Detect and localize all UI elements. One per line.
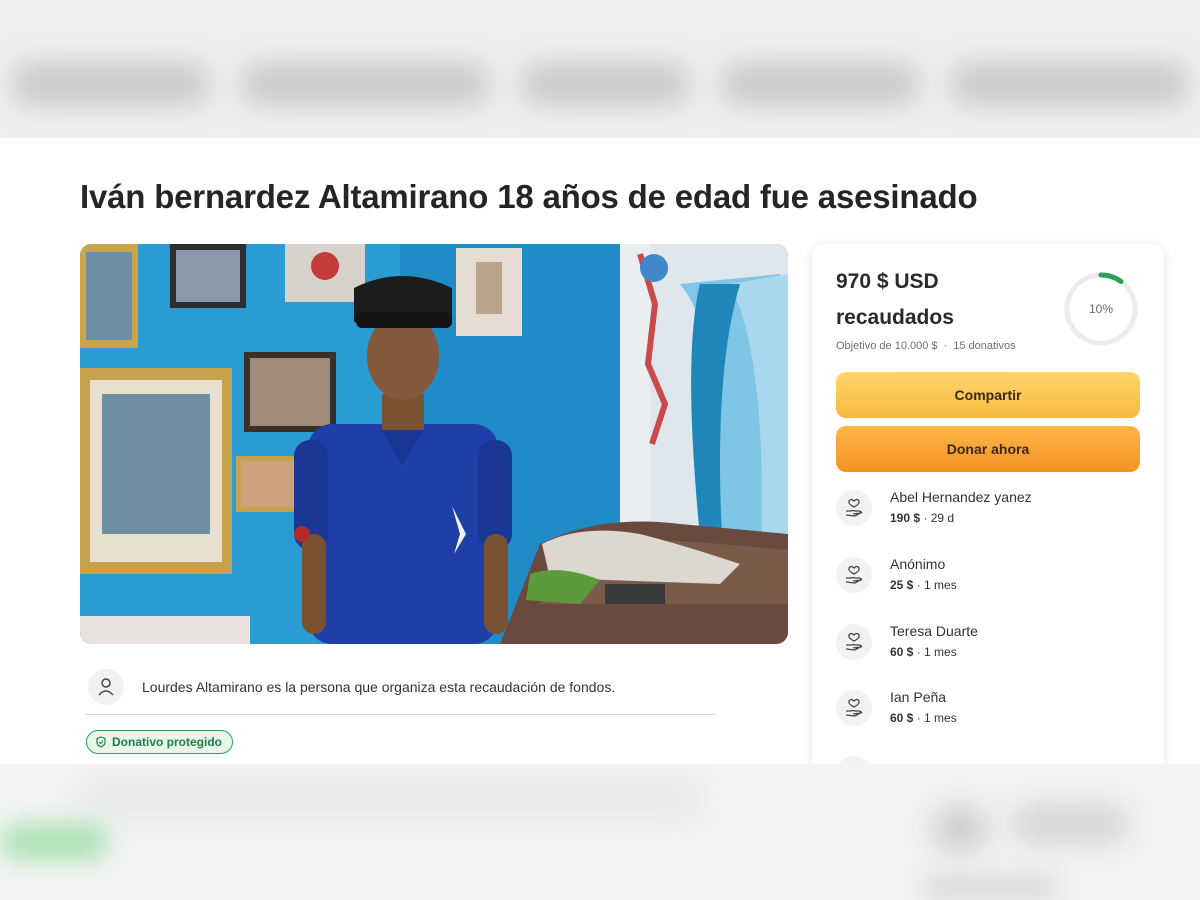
donation-hand-icon [836, 490, 872, 526]
blurred-text [80, 784, 700, 814]
blurred-button [0, 822, 110, 862]
blurred-text [10, 62, 210, 106]
donor-amount: 60 $ [890, 711, 914, 725]
blurred-text [1010, 804, 1130, 844]
blurred-text [240, 62, 490, 106]
meta-separator: · [943, 340, 948, 352]
organizer-text: Lourdes Altamirano es la persona que org… [142, 679, 616, 695]
donor-item: Abel Hernandez yanez 190 $ · 29 d [836, 488, 1136, 538]
goal-meta: Objetivo de 10.000 $ · 15 donativos [836, 340, 1016, 352]
donor-name: Abel Hernandez yanez [890, 489, 1032, 505]
blurred-avatar [930, 804, 990, 854]
campaign-photo[interactable] [80, 244, 788, 644]
donation-hand-glyph [845, 498, 863, 517]
divider [86, 714, 716, 715]
donor-item: Ian Peña 60 $ · 1 mes [836, 688, 1136, 738]
raised-amount: 970 $ USD [836, 270, 939, 293]
donor-amount: 25 $ [890, 578, 914, 592]
donor-info: 190 $ · 29 d [890, 510, 1032, 526]
donation-hand-glyph [845, 565, 863, 584]
blurred-text [950, 62, 1190, 106]
share-button[interactable]: Compartir [836, 372, 1140, 418]
donor-item: Teresa Duarte 60 $ · 1 mes [836, 622, 1136, 672]
donation-hand-icon [836, 690, 872, 726]
progress-label: 10% [1089, 302, 1113, 316]
donations-count: 15 donativos [953, 340, 1016, 352]
organizer-row: Lourdes Altamirano es la persona que org… [88, 660, 718, 714]
donor-item: Anónimo 25 $ · 1 mes [836, 555, 1136, 605]
campaign-page: Iván bernardez Altamirano 18 años de eda… [0, 138, 1200, 784]
donor-time: · 1 mes [916, 578, 957, 592]
donor-amount: 60 $ [890, 645, 914, 659]
progress-ring: 10% [1064, 272, 1138, 346]
donation-summary-card: 970 $ USD recaudados Objetivo de 10.000 … [812, 244, 1164, 784]
donation-hand-icon [836, 624, 872, 660]
blurred-header [0, 0, 1200, 138]
blurred-text [720, 62, 920, 106]
goal-text: Objetivo de 10.000 $ [836, 340, 938, 352]
raised-label: recaudados [836, 306, 954, 329]
photo-illustration [80, 244, 788, 644]
blurred-text [920, 874, 1060, 900]
donation-hand-glyph [845, 698, 863, 717]
donor-info: 25 $ · 1 mes [890, 577, 957, 593]
donor-name: Teresa Duarte [890, 623, 978, 639]
donor-name: Ian Peña [890, 689, 947, 705]
protected-donation-badge[interactable]: Donativo protegido [86, 730, 233, 754]
donate-button[interactable]: Donar ahora [836, 426, 1140, 472]
blurred-text [520, 62, 690, 106]
donation-hand-icon [836, 557, 872, 593]
campaign-title: Iván bernardez Altamirano 18 años de eda… [80, 178, 978, 215]
person-icon-glyph [98, 678, 114, 696]
donor-info: 60 $ · 1 mes [890, 644, 978, 660]
donor-amount: 190 $ [890, 511, 921, 525]
donor-time: · 1 mes [916, 711, 957, 725]
donor-time: · 29 d [923, 511, 955, 525]
donation-hand-glyph [845, 632, 863, 651]
badge-label: Donativo protegido [112, 735, 222, 749]
donor-info: 60 $ · 1 mes [890, 710, 957, 726]
blurred-footer [0, 764, 1200, 900]
shield-icon [96, 736, 106, 748]
donor-name: Anónimo [890, 556, 946, 572]
person-icon [88, 669, 124, 705]
donor-time: · 1 mes [916, 645, 957, 659]
